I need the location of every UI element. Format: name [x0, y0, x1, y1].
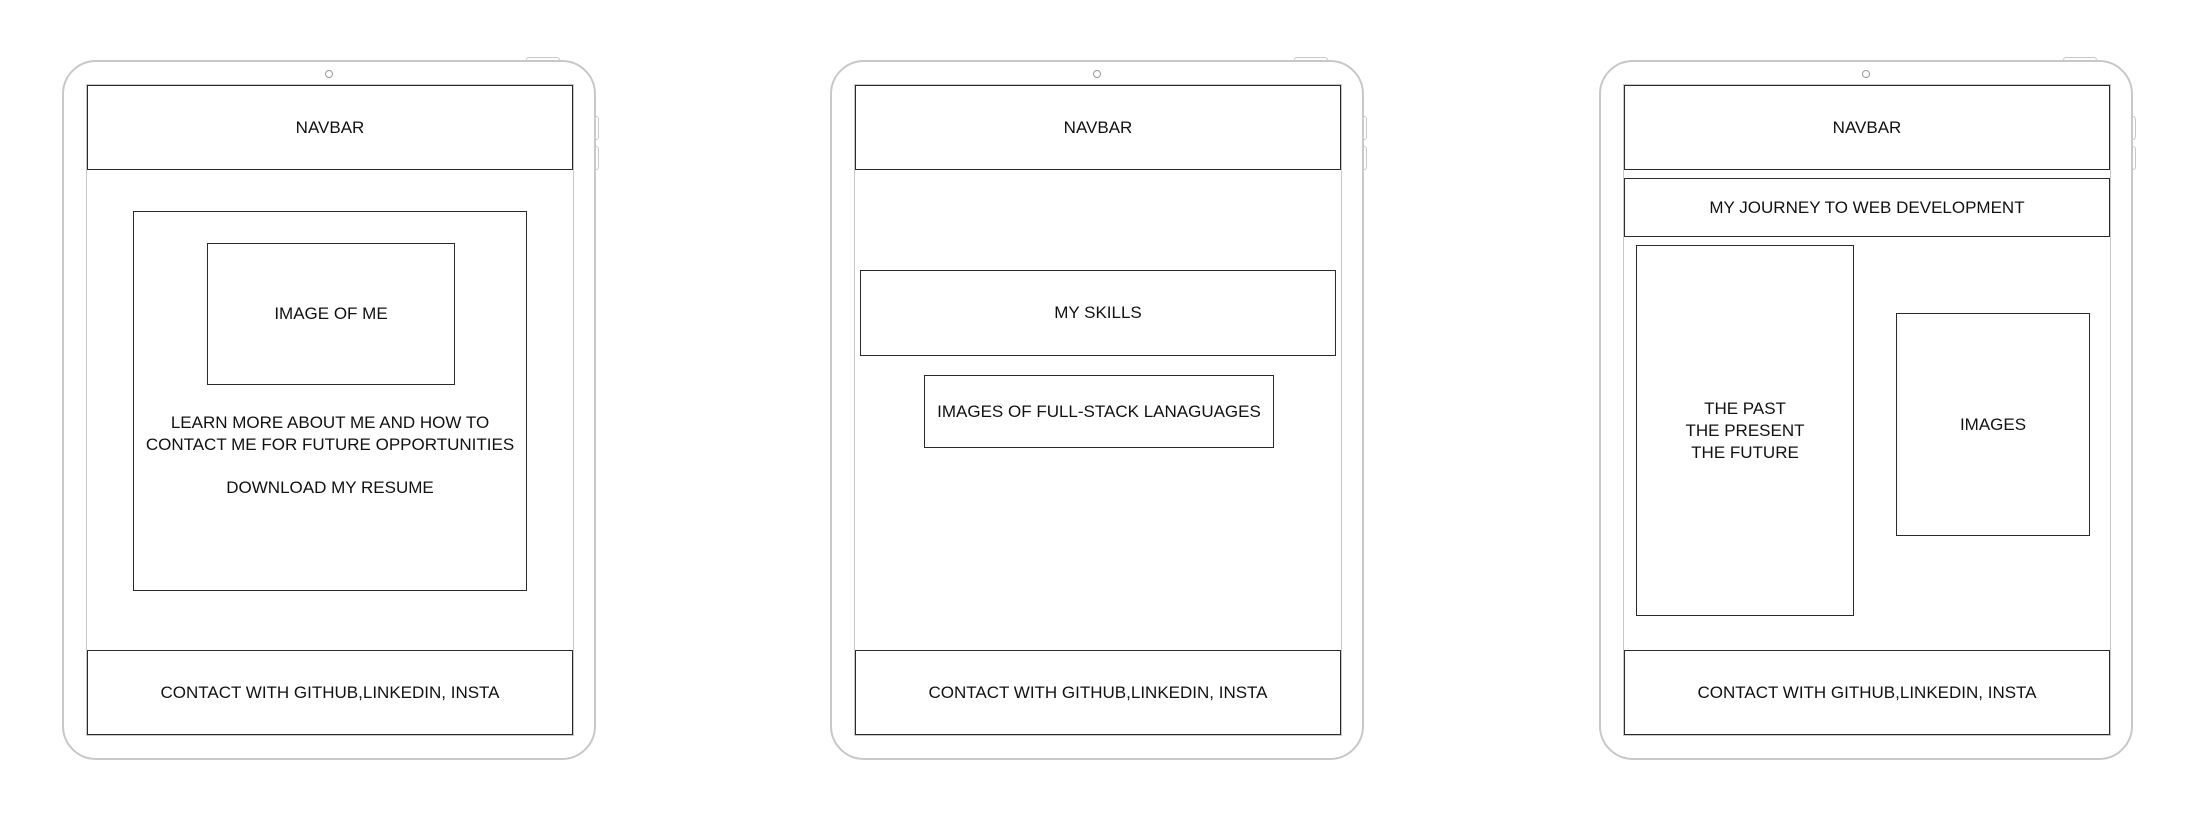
tablet-screen: NAVBAR MY SKILLS IMAGES OF FULL-STACK LA… [854, 84, 1342, 736]
about-text-line-1: LEARN MORE ABOUT ME AND HOW TO [170, 413, 490, 432]
power-button [1294, 57, 1328, 62]
volume-up-button [1362, 116, 1367, 140]
image-of-me-label: IMAGE OF ME [274, 304, 388, 323]
my-skills-box: MY SKILLS [860, 270, 1336, 356]
my-skills-label: MY SKILLS [1054, 303, 1142, 322]
navbar-label: NAVBAR [1832, 117, 1902, 137]
tablet-screen: NAVBAR MY JOURNEY TO WEB DEVELOPMENT THE… [1623, 84, 2111, 736]
about-section-box: IMAGE OF ME LEARN MORE ABOUT ME AND HOW … [133, 211, 527, 591]
volume-down-button [594, 146, 599, 170]
power-button [526, 57, 560, 62]
timeline-label: THE PAST THE PRESENT THE FUTURE [1685, 398, 1805, 462]
camera-dot [1093, 70, 1101, 78]
navbar-box: NAVBAR [87, 85, 573, 170]
camera-dot [325, 70, 333, 78]
images-label: IMAGES [1959, 414, 2027, 434]
languages-images-label: IMAGES OF FULL-STACK LANAGUAGES [937, 401, 1261, 421]
volume-down-button [1362, 146, 1367, 170]
power-button [2063, 57, 2097, 62]
tablet-frame-about: NAVBAR IMAGE OF ME LEARN MORE ABOUT ME A… [62, 57, 599, 760]
navbar-box: NAVBAR [1624, 85, 2110, 170]
navbar-label: NAVBAR [295, 117, 365, 137]
images-box: IMAGES [1896, 313, 2090, 536]
journey-header-box: MY JOURNEY TO WEB DEVELOPMENT [1624, 178, 2110, 237]
camera-dot [1862, 70, 1870, 78]
download-resume-link[interactable]: DOWNLOAD MY RESUME [134, 477, 526, 499]
navbar-box: NAVBAR [855, 85, 1341, 170]
timeline-box: THE PAST THE PRESENT THE FUTURE [1636, 245, 1854, 616]
footer-box: CONTACT WITH GITHUB,LINKEDIN, INSTA [855, 650, 1341, 735]
volume-down-button [2131, 146, 2136, 170]
footer-contact-label: CONTACT WITH GITHUB,LINKEDIN, INSTA [928, 682, 1268, 702]
journey-header-label: MY JOURNEY TO WEB DEVELOPMENT [1709, 197, 2025, 217]
languages-images-box: IMAGES OF FULL-STACK LANAGUAGES [924, 375, 1274, 448]
footer-box: CONTACT WITH GITHUB,LINKEDIN, INSTA [1624, 650, 2110, 735]
tablet-frame-skills: NAVBAR MY SKILLS IMAGES OF FULL-STACK LA… [830, 57, 1367, 760]
volume-up-button [594, 116, 599, 140]
image-of-me-box: IMAGE OF ME [207, 243, 455, 385]
volume-up-button [2131, 116, 2136, 140]
footer-contact-label: CONTACT WITH GITHUB,LINKEDIN, INSTA [160, 682, 500, 702]
footer-box: CONTACT WITH GITHUB,LINKEDIN, INSTA [87, 650, 573, 735]
navbar-label: NAVBAR [1063, 117, 1133, 137]
tablet-screen: NAVBAR IMAGE OF ME LEARN MORE ABOUT ME A… [86, 84, 574, 736]
footer-contact-label: CONTACT WITH GITHUB,LINKEDIN, INSTA [1697, 682, 2037, 702]
tablet-frame-journey: NAVBAR MY JOURNEY TO WEB DEVELOPMENT THE… [1599, 57, 2136, 760]
about-text-line-2: CONTACT ME FOR FUTURE OPPORTUNITIES [145, 435, 515, 454]
